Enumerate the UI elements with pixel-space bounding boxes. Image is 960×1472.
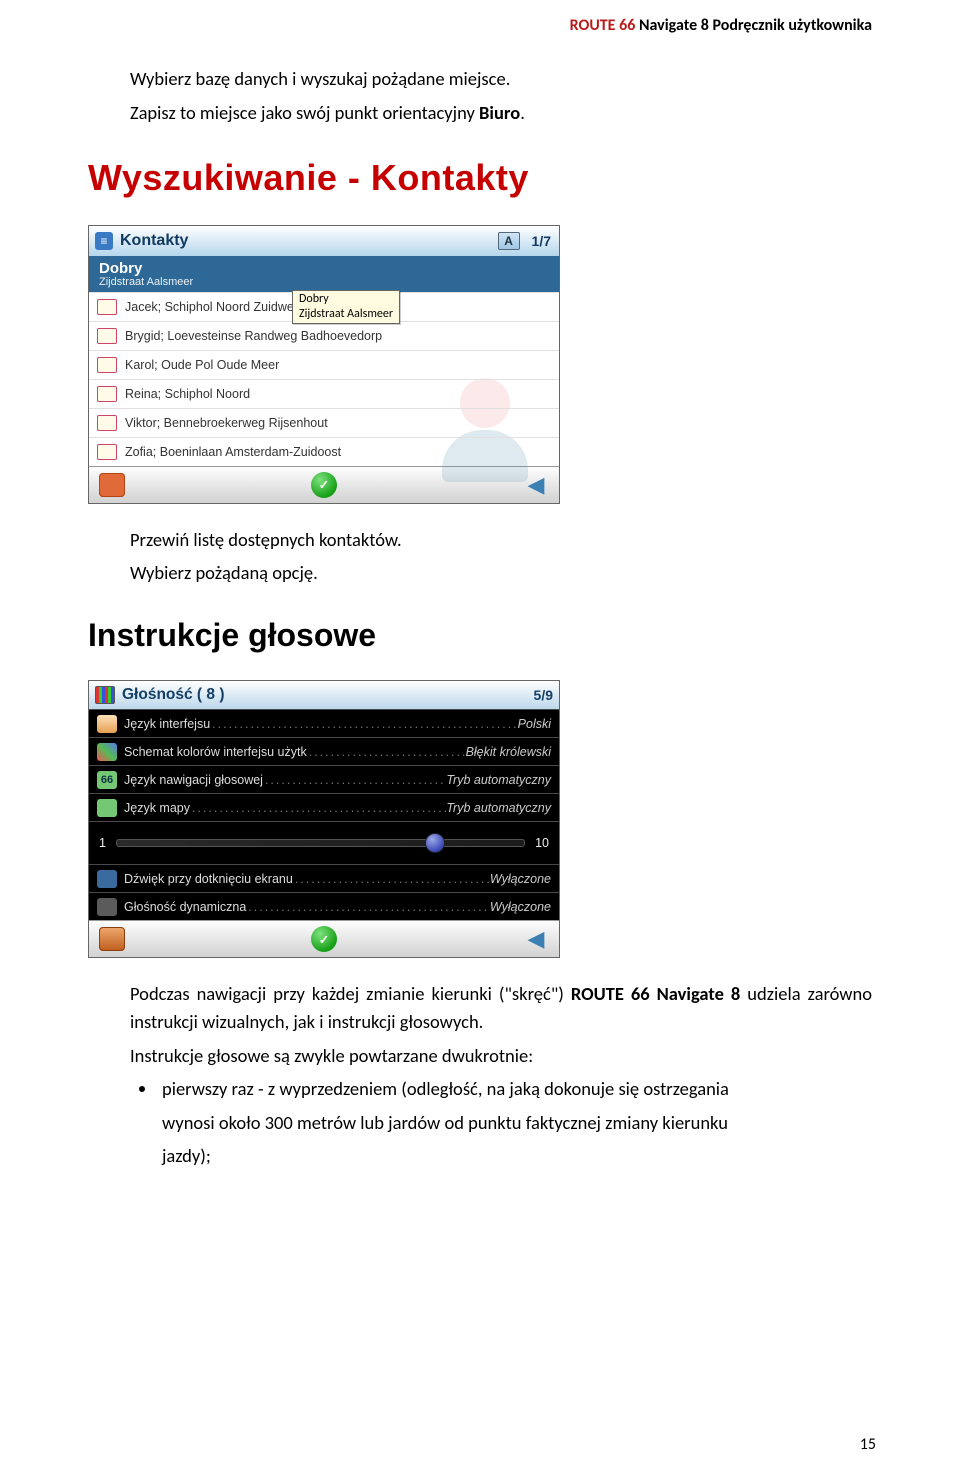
- list-item[interactable]: Brygid; Loevesteinse Randweg Badhoevedor…: [89, 321, 559, 350]
- settings-row[interactable]: Język mapy Tryb automatyczny: [89, 793, 559, 821]
- bullet-line-3: jazdy);: [162, 1142, 872, 1169]
- settings-row[interactable]: Głośność dynamiczna Wyłączone: [89, 892, 559, 920]
- voice-icon: 66: [97, 771, 117, 789]
- bullet-line-2: wynosi około 300 metrów lub jardów od pu…: [162, 1109, 872, 1136]
- dots-fill: [246, 900, 490, 914]
- ok-button[interactable]: ✓: [311, 472, 337, 498]
- volume-titlebar: Głośność ( 8 ) 5/9: [89, 681, 559, 709]
- settings-row[interactable]: Język interfejsu Polski: [89, 709, 559, 737]
- bullet-line-1: pierwszy raz - z wyprzedzeniem (odległoś…: [162, 1077, 729, 1100]
- settings-sliders-icon: [95, 686, 115, 704]
- bullet-item: pierwszy raz - z wyprzedzeniem (odległoś…: [158, 1075, 872, 1169]
- page-number: 15: [860, 1435, 876, 1454]
- contact-row-text: Reina; Schiphol Noord: [125, 387, 250, 401]
- dots-fill: [307, 745, 466, 759]
- map-button[interactable]: [99, 927, 125, 951]
- palette-icon: [97, 743, 117, 761]
- volume-title: Głośność ( 8 ): [122, 686, 225, 704]
- intro-l2-bold: Biuro: [479, 101, 520, 124]
- voice-para-1: Podczas nawigacji przy każdej zmianie ki…: [130, 980, 872, 1036]
- header-brand: ROUTE 66: [570, 16, 636, 35]
- tooltip: Dobry Zijdstraat Aalsmeer: [292, 290, 400, 324]
- slider-min: 1: [99, 836, 106, 850]
- settings-row-label: Schemat kolorów interfejsu użytk: [124, 745, 307, 759]
- contact-card-icon: [97, 386, 117, 402]
- user-icon: [97, 715, 117, 733]
- page-header: ROUTE 66 Navigate 8 Podręcznik użytkowni…: [88, 0, 872, 35]
- contacts-counter: 1/7: [532, 233, 553, 249]
- settings-row-value: Błękit królewski: [466, 745, 551, 759]
- settings-row-value: Tryb automatyczny: [446, 773, 551, 787]
- slider-thumb[interactable]: [425, 833, 445, 853]
- sound-icon: [97, 870, 117, 888]
- list-item[interactable]: Viktor; Bennebroekerweg Rijsenhout: [89, 408, 559, 437]
- contact-card-icon: [97, 328, 117, 344]
- dots-fill: [210, 717, 518, 731]
- intro-line-1: Wybierz bazę danych i wyszukaj pożądane …: [130, 65, 872, 93]
- list-item[interactable]: Karol; Oude Pol Oude Meer: [89, 350, 559, 379]
- settings-row-value: Wyłączone: [490, 872, 551, 886]
- contact-card-icon: [97, 444, 117, 460]
- dots-fill: [293, 872, 490, 886]
- settings-row[interactable]: 66 Język nawigacji głosowej Tryb automatyc…: [89, 765, 559, 793]
- volume-counter: 5/9: [534, 687, 553, 703]
- contact-row-text: Zofia; Boeninlaan Amsterdam-Zuidoost: [125, 445, 341, 459]
- settings-row-value: Polski: [518, 717, 551, 731]
- settings-row[interactable]: Schemat kolorów interfejsu użytk Błękit k…: [89, 737, 559, 765]
- settings-row-value: Tryb automatyczny: [446, 801, 551, 815]
- after1-l1: Przewiń listę dostępnych kontaktów.: [130, 526, 872, 554]
- contacts-selected-row[interactable]: Dobry Zijdstraat Aalsmeer: [89, 256, 559, 292]
- intro-l2-post: .: [520, 101, 525, 124]
- screenshot-contacts: ≡ Kontakty A 1/7 Dobry Zijdstraat Aalsme…: [88, 225, 560, 504]
- list-item[interactable]: Reina; Schiphol Noord: [89, 379, 559, 408]
- back-button[interactable]: ◀: [523, 927, 549, 951]
- contacts-footer: ✓ ◀: [89, 466, 559, 503]
- keyboard-icon[interactable]: A: [498, 232, 520, 250]
- ok-button[interactable]: ✓: [311, 926, 337, 952]
- map-button[interactable]: [99, 473, 125, 497]
- volume-slider[interactable]: 1 10: [89, 821, 559, 864]
- settings-row-label: Język mapy: [124, 801, 190, 815]
- contacts-icon: ≡: [95, 232, 113, 250]
- map-lang-icon: [97, 799, 117, 817]
- dots-fill: [190, 801, 446, 815]
- voice-para-2: Instrukcje głosowe są zwykle powtarzane …: [130, 1042, 872, 1070]
- voice-para-brand: ROUTE 66 Navigate 8: [571, 982, 740, 1005]
- tooltip-line-2: Zijdstraat Aalsmeer: [299, 307, 393, 322]
- intro-line-2: Zapisz to miejsce jako swój punkt orient…: [130, 99, 872, 127]
- dots-fill: [263, 773, 446, 787]
- back-button[interactable]: ◀: [523, 473, 549, 497]
- contact-card-icon: [97, 415, 117, 431]
- section-title-contacts: Wyszukiwanie - Kontakty: [88, 157, 872, 199]
- settings-row-value: Wyłączone: [490, 900, 551, 914]
- volume-footer: ✓ ◀: [89, 920, 559, 957]
- contacts-selected-addr: Zijdstraat Aalsmeer: [99, 276, 193, 288]
- settings-row[interactable]: Dźwięk przy dotknięciu ekranu Wyłączone: [89, 864, 559, 892]
- settings-row-label: Dźwięk przy dotknięciu ekranu: [124, 872, 293, 886]
- slider-max: 10: [535, 836, 549, 850]
- contacts-titlebar: ≡ Kontakty A 1/7: [89, 226, 559, 256]
- contacts-title: Kontakty: [120, 232, 188, 250]
- voice-para-pre: Podczas nawigacji przy każdej zmianie ki…: [130, 982, 571, 1005]
- contact-row-text: Karol; Oude Pol Oude Meer: [125, 358, 279, 372]
- after1-l2: Wybierz pożądaną opcję.: [130, 559, 872, 587]
- contacts-selected-name: Dobry: [99, 260, 142, 277]
- dynamic-icon: [97, 898, 117, 916]
- contact-card-icon: [97, 357, 117, 373]
- screenshot-volume: Głośność ( 8 ) 5/9 Język interfejsu Polsk…: [88, 680, 560, 958]
- intro-l2-pre: Zapisz to miejsce jako swój punkt orient…: [130, 101, 479, 124]
- settings-row-label: Głośność dynamiczna: [124, 900, 246, 914]
- contact-row-text: Viktor; Bennebroekerweg Rijsenhout: [125, 416, 328, 430]
- header-suffix: Navigate 8 Podręcznik użytkownika: [635, 16, 872, 35]
- settings-row-label: Język nawigacji głosowej: [124, 773, 263, 787]
- list-item[interactable]: Zofia; Boeninlaan Amsterdam-Zuidoost: [89, 437, 559, 466]
- section-title-voice: Instrukcje głosowe: [88, 617, 872, 654]
- contact-row-text: Brygid; Loevesteinse Randweg Badhoevedor…: [125, 329, 382, 343]
- contact-card-icon: [97, 299, 117, 315]
- settings-row-label: Język interfejsu: [124, 717, 210, 731]
- slider-track[interactable]: [116, 839, 525, 847]
- tooltip-line-1: Dobry: [299, 292, 393, 307]
